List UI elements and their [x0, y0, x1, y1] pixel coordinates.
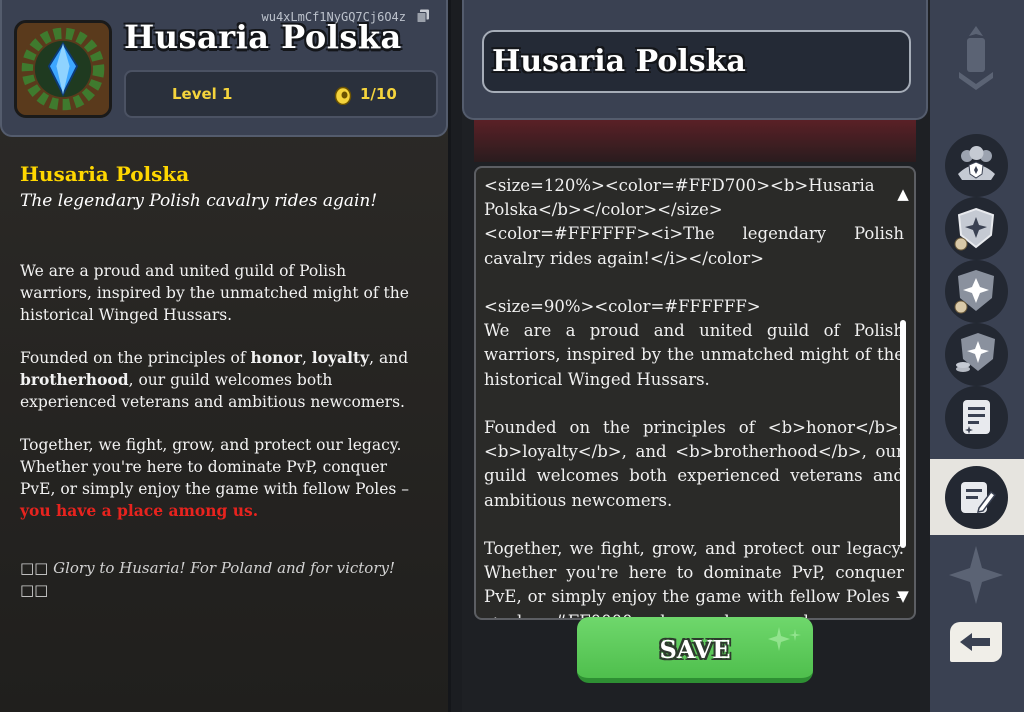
guild-notes-icon	[963, 400, 990, 434]
preview-title: Husaria Polska	[20, 162, 190, 186]
back-button[interactable]	[950, 622, 1002, 662]
guild-name-input-value: Husaria Polska	[492, 44, 746, 79]
preview-tagline: The legendary Polish cavalry rides again…	[20, 191, 378, 211]
scroll-thumb[interactable]	[900, 320, 906, 548]
guild-perks-icon	[956, 333, 995, 372]
guild-stats-box: Level 1 1/10	[124, 70, 438, 118]
guild-badge-edit-button[interactable]	[945, 260, 1008, 323]
members-icon	[334, 86, 352, 105]
guild-badge-edit-icon	[954, 270, 994, 314]
guild-members-button[interactable]	[945, 134, 1008, 197]
scroll-down-icon[interactable]: ▼	[895, 588, 911, 604]
preview-highlight-text: you have a place among us.	[20, 501, 259, 520]
preview-footer: □□ Glory to Husaria! For Poland and for …	[20, 559, 395, 599]
guild-emblem[interactable]	[14, 20, 112, 118]
guild-id: wu4xLmCf1NyGQ7Cj6O4z	[261, 10, 407, 24]
preview-paragraph: We are a proud and united guild of Polis…	[20, 262, 409, 324]
guild-notes-button[interactable]	[945, 386, 1008, 449]
preview-bold-text: honor	[250, 348, 302, 367]
guild-description-edit-button[interactable]	[945, 466, 1008, 529]
guild-banner-icon	[959, 26, 993, 90]
preview-paragraph: Founded on the principles of honor, loya…	[20, 348, 409, 411]
back-arrow-icon	[960, 633, 990, 651]
scrollbar[interactable]: ▲ ▼	[895, 186, 911, 604]
guild-emblem-edit-icon	[954, 207, 995, 251]
guild-name-card: Husaria Polska	[462, 0, 928, 120]
guild-description-edit-icon	[961, 482, 997, 513]
star-icon	[949, 546, 1003, 604]
description-preview: Husaria Polska The legendary Polish cava…	[20, 160, 420, 601]
save-button[interactable]: SAVE	[577, 617, 813, 683]
guild-sidebar	[930, 0, 1024, 712]
preview-bold-text: brotherhood	[20, 370, 129, 389]
guild-members-count: 1/10	[360, 85, 397, 103]
guild-header: Husaria Polska wu4xLmCf1NyGQ7Cj6O4z Leve…	[0, 0, 448, 137]
guild-preview-panel: Husaria Polska wu4xLmCf1NyGQ7Cj6O4z Leve…	[0, 0, 451, 712]
copy-icon[interactable]	[416, 9, 430, 23]
description-textarea[interactable]: <size=120%><color=#FFD700><b>Husaria Pol…	[474, 166, 916, 620]
diamond-crystal-icon	[17, 23, 109, 115]
preview-bold-text: loyalty	[311, 348, 370, 367]
guild-perks-button[interactable]	[945, 323, 1008, 386]
description-textarea-value: <size=120%><color=#FFD700><b>Husaria Pol…	[484, 176, 904, 618]
preview-paragraph: Together, we fight, grow, and protect ou…	[20, 436, 410, 520]
save-label: SAVE	[659, 635, 731, 664]
section-divider	[474, 120, 916, 162]
guild-level: Level 1	[172, 85, 233, 103]
guild-name-input[interactable]: Husaria Polska	[482, 30, 911, 93]
guild-emblem-edit-button[interactable]	[945, 197, 1008, 260]
guild-edit-panel: Husaria Polska <size=120%><color=#FFD700…	[462, 0, 930, 712]
guild-members-icon	[958, 146, 995, 180]
scroll-up-icon[interactable]: ▲	[895, 186, 911, 202]
